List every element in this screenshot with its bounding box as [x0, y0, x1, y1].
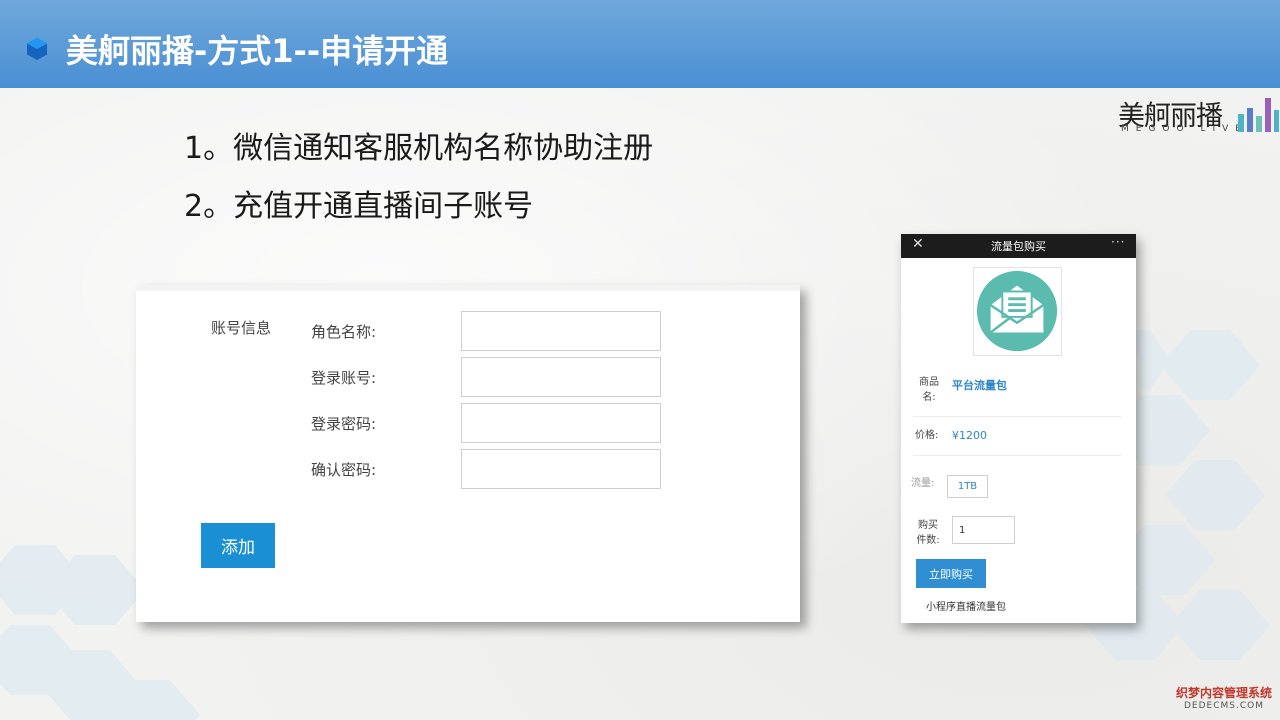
field-label: 登录账号: [311, 369, 377, 387]
form-row-role-name: 角色名称: [311, 311, 671, 351]
product-image [973, 267, 1062, 356]
account-form-card: 账号信息 角色名称: 登录账号: 登录密码: 确认密码: 添加 [136, 285, 800, 622]
confirm-password-input[interactable] [461, 449, 661, 489]
phone-title: 流量包购买 [991, 240, 1046, 253]
buy-now-button[interactable]: 立即购买 [916, 559, 986, 588]
more-dots-icon[interactable]: ··· [1111, 235, 1125, 249]
product-description: 小程序直播流量包 [926, 602, 1006, 613]
login-password-input[interactable] [461, 403, 661, 443]
add-button[interactable]: 添加 [201, 523, 275, 568]
quantity-input[interactable] [952, 516, 1015, 544]
step-list: 1。微信通知客服机构名称协助注册 2。充值开通直播间子账号 [184, 128, 653, 244]
price-label: 价格: [915, 430, 939, 441]
product-name-value: 平台流量包 [952, 379, 1007, 392]
field-label: 登录密码: [311, 415, 377, 433]
product-name-label: 商品 名: [919, 377, 939, 403]
field-label: 角色名称: [311, 323, 377, 341]
hexagon-bullet-icon [27, 38, 47, 60]
role-name-input[interactable] [461, 311, 661, 351]
step-item: 2。充值开通直播间子账号 [184, 189, 534, 224]
slide-header: 美舸丽播-方式1--申请开通 [0, 0, 1280, 88]
phone-purchase-screen: ✕ 流量包购买 ··· 商品 名: 平台流量包 价格: ¥1200 流量: 1T… [901, 234, 1136, 623]
quantity-label: 购买 件数: [916, 520, 940, 546]
login-account-input[interactable] [461, 357, 661, 397]
divider [913, 416, 1121, 417]
watermark: 织梦内容管理系统 DEDECMS.COM [1170, 684, 1278, 711]
watermark-line1: 织梦内容管理系统 [1175, 686, 1272, 700]
field-label: 确认密码: [311, 461, 377, 479]
traffic-option[interactable]: 1TB [947, 475, 988, 498]
logo-subtitle: MEGOO LIVE [1121, 124, 1248, 134]
brand-logo: 美舸丽播 MEGOO LIVE [1118, 94, 1279, 136]
bar-chart-logo-icon [1238, 98, 1279, 132]
form-row-confirm-password: 确认密码: [311, 449, 671, 489]
traffic-label: 流量: [911, 478, 935, 489]
form-row-login-account: 登录账号: [311, 357, 671, 397]
envelope-icon [976, 270, 1058, 352]
form-row-login-password: 登录密码: [311, 403, 671, 443]
watermark-line2: DEDECMS.COM [1184, 701, 1264, 711]
slide-title: 美舸丽播-方式1--申请开通 [66, 32, 449, 70]
divider [913, 455, 1121, 456]
step-item: 1。微信通知客服机构名称协助注册 [184, 131, 654, 166]
section-label: 账号信息 [211, 319, 272, 337]
price-value: ¥1200 [952, 429, 987, 442]
phone-top-bar: ✕ 流量包购买 ··· [901, 234, 1136, 258]
